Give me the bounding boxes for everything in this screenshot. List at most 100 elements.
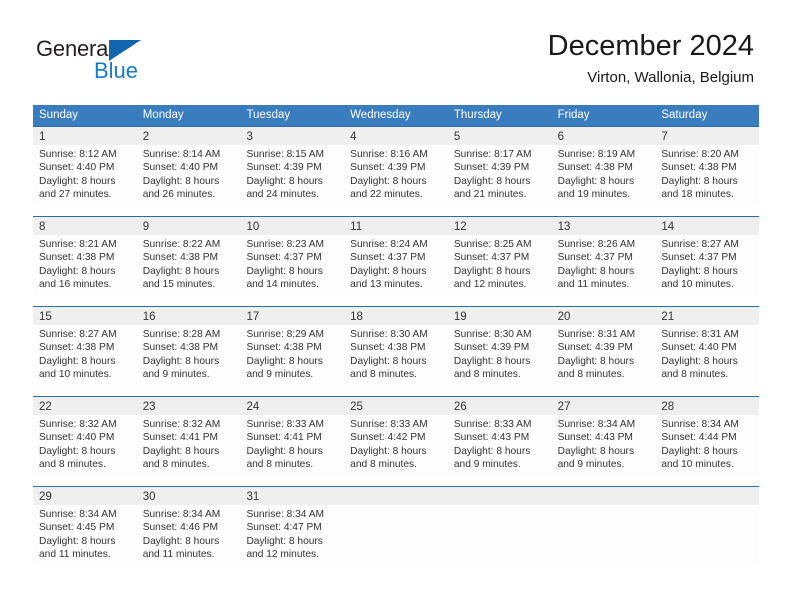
day-info: Sunrise: 8:16 AM Sunset: 4:39 PM Daylight:… [344,145,448,202]
day-info: Sunrise: 8:15 AM Sunset: 4:39 PM Daylight:… [240,145,344,202]
sunset-text: Sunset: 4:38 PM [39,342,115,354]
daylight-text-line2: and 15 minutes. [142,279,216,291]
day-cell[interactable]: 25 Sunrise: 8:33 AM Sunset: 4:42 PM Dayligh… [344,397,448,476]
sunrise-text: Sunrise: 8:32 AM [142,419,221,430]
day-cell[interactable]: 3 Sunrise: 8:15 AM Sunset: 4:39 PM Daylight… [240,127,345,206]
day-cell[interactable]: 14 Sunrise: 8:27 AM Sunset: 4:37 PM Dayligh… [655,217,760,296]
daylight-text-line1: Daylight: 8 hours [39,175,116,187]
day-number-band: 16 [136,307,241,325]
day-cell[interactable]: 18 Sunrise: 8:30 AM Sunset: 4:38 PM Dayligh… [344,307,448,386]
sunrise-text: Sunrise: 8:24 AM [350,239,428,250]
day-cell[interactable]: 11 Sunrise: 8:24 AM Sunset: 4:37 PM Dayligh… [344,217,448,296]
week-spacer [33,206,759,216]
day-cell[interactable]: 21 Sunrise: 8:31 AM Sunset: 4:40 PM Dayligh… [655,307,760,386]
day-cell[interactable]: 13 Sunrise: 8:26 AM Sunset: 4:37 PM Dayligh… [551,217,656,296]
day-cell[interactable]: 27 Sunrise: 8:34 AM Sunset: 4:43 PM Dayligh… [551,397,656,476]
week-row: 22 Sunrise: 8:32 AM Sunset: 4:40 PM Dayligh… [33,396,760,476]
weekday-header-friday: Friday [557,109,590,121]
day-number: 2 [142,131,150,143]
weekday-header-wednesday: Wednesday [350,109,411,121]
day-number-band: 30 [136,487,241,505]
day-cell[interactable]: 30 Sunrise: 8:34 AM Sunset: 4:46 PM Dayligh… [136,487,241,566]
day-cell[interactable]: 12 Sunrise: 8:25 AM Sunset: 4:37 PM Dayligh… [447,217,552,296]
daylight-text-line2: and 9 minutes. [557,459,625,471]
day-number: 26 [453,401,467,413]
day-cell[interactable]: 15 Sunrise: 8:27 AM Sunset: 4:38 PM Dayligh… [33,307,137,386]
day-number: 13 [557,221,571,233]
daylight-text-line2: and 14 minutes. [246,279,319,291]
day-cell[interactable]: 29 Sunrise: 8:34 AM Sunset: 4:45 PM Dayligh… [33,487,137,566]
day-number: 27 [557,401,571,413]
day-number: 29 [39,491,52,503]
day-cell[interactable]: 24 Sunrise: 8:33 AM Sunset: 4:41 PM Dayligh… [240,397,345,476]
sunrise-text: Sunrise: 8:16 AM [350,149,428,160]
sunrise-text: Sunrise: 8:32 AM [39,419,117,430]
day-info: Sunrise: 8:20 AM Sunset: 4:38 PM Daylight:… [655,145,759,202]
day-number: 22 [39,401,52,413]
day-cell[interactable]: 20 Sunrise: 8:31 AM Sunset: 4:39 PM Dayligh… [551,307,656,386]
daylight-text-line1: Daylight: 8 hours [350,265,427,277]
day-cell[interactable]: 16 Sunrise: 8:28 AM Sunset: 4:38 PM Dayligh… [136,307,241,386]
daylight-text-line1: Daylight: 8 hours [453,445,531,457]
day-cell[interactable]: 31 Sunrise: 8:34 AM Sunset: 4:47 PM Dayligh… [240,487,345,566]
day-cell[interactable]: 9 Sunrise: 8:22 AM Sunset: 4:38 PM Daylight… [136,217,241,296]
day-number-band: 26 [447,397,552,415]
day-cell[interactable]: 7 Sunrise: 8:20 AM Sunset: 4:38 PM Daylight… [655,127,760,206]
daylight-text-line2: and 9 minutes. [453,459,521,471]
sunset-text: Sunset: 4:44 PM [661,432,737,444]
day-info: Sunrise: 8:14 AM Sunset: 4:40 PM Daylight:… [137,145,241,202]
sunset-text: Sunset: 4:37 PM [453,252,530,264]
daylight-text-line1: Daylight: 8 hours [453,175,531,187]
calendar-page: General Blue December 2024 Virton, Wallo… [0,0,792,612]
day-info: Sunrise: 8:17 AM Sunset: 4:39 PM Daylight:… [448,145,552,202]
day-cell[interactable]: 17 Sunrise: 8:29 AM Sunset: 4:38 PM Dayligh… [240,307,345,386]
day-cell[interactable]: 26 Sunrise: 8:33 AM Sunset: 4:43 PM Dayligh… [447,397,552,476]
day-cell[interactable]: 22 Sunrise: 8:32 AM Sunset: 4:40 PM Dayligh… [33,397,137,476]
weekday-header-tuesday: Tuesday [246,109,291,121]
day-info: Sunrise: 8:32 AM Sunset: 4:40 PM Daylight:… [33,415,137,472]
day-cell[interactable]: 5 Sunrise: 8:17 AM Sunset: 4:39 PM Daylight… [447,127,552,206]
sunrise-text: Sunrise: 8:34 AM [661,419,739,430]
day-cell[interactable]: 6 Sunrise: 8:19 AM Sunset: 4:38 PM Daylight… [551,127,656,206]
day-cell[interactable]: 4 Sunrise: 8:16 AM Sunset: 4:39 PM Daylight… [344,127,448,206]
day-info: Sunrise: 8:33 AM Sunset: 4:43 PM Daylight:… [448,415,552,472]
day-number: 21 [661,311,675,323]
daylight-text-line1: Daylight: 8 hours [39,265,116,277]
day-number: 24 [246,401,260,413]
daylight-text-line1: Daylight: 8 hours [661,445,738,457]
daylight-text-line1: Daylight: 8 hours [142,355,220,367]
day-number: 20 [557,311,571,323]
daylight-text-line2: and 11 minutes. [557,279,630,291]
daylight-text-line1: Daylight: 8 hours [661,175,738,187]
day-number-band [655,487,760,505]
day-cell[interactable]: 2 Sunrise: 8:14 AM Sunset: 4:40 PM Daylight… [136,127,241,206]
daylight-text-line2: and 8 minutes. [350,369,417,381]
day-cell[interactable]: 23 Sunrise: 8:32 AM Sunset: 4:41 PM Dayligh… [136,397,241,476]
sunrise-text: Sunrise: 8:33 AM [453,419,532,430]
day-cell[interactable]: 1 Sunrise: 8:12 AM Sunset: 4:40 PM Daylight… [33,127,137,206]
sunrise-text: Sunrise: 8:17 AM [453,149,532,160]
sunrise-text: Sunrise: 8:34 AM [142,509,221,520]
day-number: 15 [39,311,52,323]
day-number: 6 [557,131,564,143]
day-cell[interactable]: 10 Sunrise: 8:23 AM Sunset: 4:37 PM Dayligh… [240,217,345,296]
day-cell[interactable]: 28 Sunrise: 8:34 AM Sunset: 4:44 PM Dayligh… [655,397,760,476]
daylight-text-line2: and 8 minutes. [142,459,210,471]
general-blue-logo[interactable]: General Blue [36,36,166,88]
day-cell-empty [551,487,656,566]
sunset-text: Sunset: 4:40 PM [661,342,737,354]
day-cell[interactable]: 8 Sunrise: 8:21 AM Sunset: 4:38 PM Daylight… [33,217,137,296]
day-number-band: 12 [447,217,552,235]
sunset-text: Sunset: 4:38 PM [246,342,322,354]
weekday-header-sunday: Sunday [39,109,79,121]
day-info: Sunrise: 8:32 AM Sunset: 4:41 PM Daylight:… [137,415,241,472]
day-number: 5 [453,131,461,143]
daylight-text-line2: and 8 minutes. [661,369,729,381]
sunset-text: Sunset: 4:39 PM [453,342,530,354]
daylight-text-line2: and 11 minutes. [142,549,215,561]
day-info [552,505,656,508]
day-cell[interactable]: 19 Sunrise: 8:30 AM Sunset: 4:39 PM Dayligh… [447,307,552,386]
sunrise-text: Sunrise: 8:34 AM [557,419,636,430]
day-number: 19 [453,311,467,323]
sunrise-text: Sunrise: 8:22 AM [142,239,221,250]
